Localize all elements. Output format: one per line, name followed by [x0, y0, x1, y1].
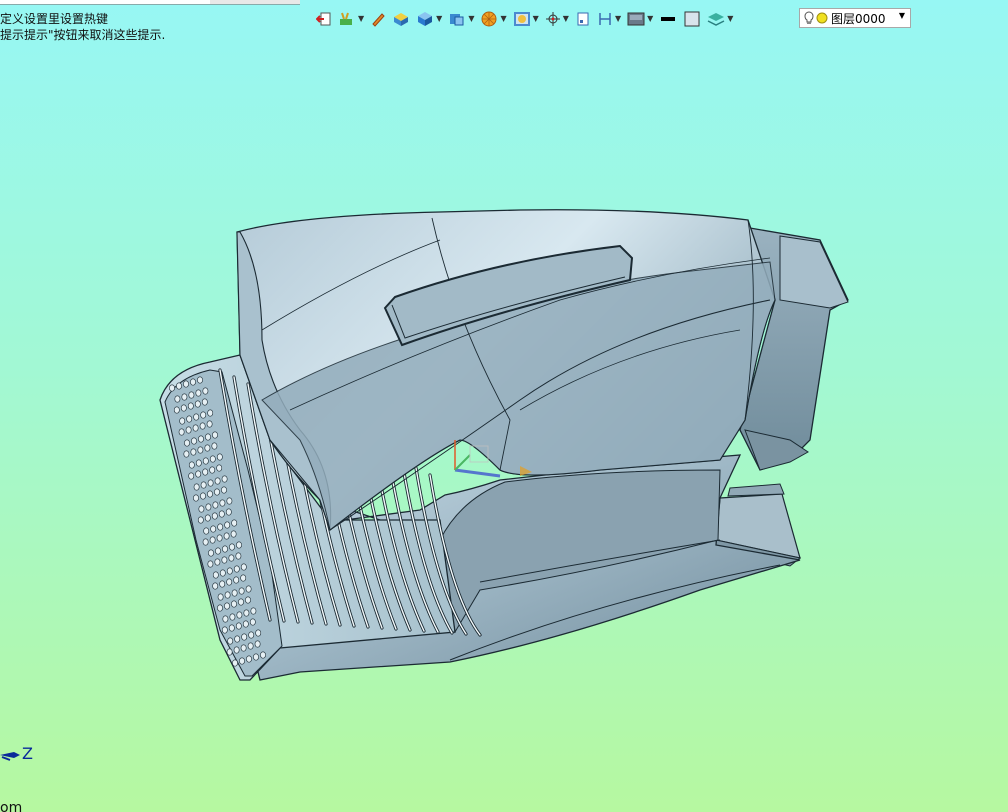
exit-sketch-icon: [316, 12, 331, 26]
layer-manager-button[interactable]: ▼: [707, 8, 733, 30]
3d-viewport[interactable]: 定义设置里设置热键 提示提示"按钮来取消这些提示. ▼ ▼ ▼ ▼ ▼ ▼ ▼ …: [0, 0, 1008, 812]
chevron-down-icon: ▼: [647, 14, 654, 23]
section-view-icon: [513, 12, 530, 26]
section-view-button[interactable]: ▼: [513, 8, 539, 30]
layer-visible-icon: [816, 12, 828, 24]
page-icon: [577, 12, 589, 26]
view-toolbar: ▼ ▼ ▼ ▼ ▼ ▼ ▼ ▼ ▼: [316, 8, 739, 30]
fill-color-button[interactable]: [683, 8, 701, 30]
dimension-icon: [599, 13, 611, 25]
crosshair-icon: [545, 12, 560, 26]
z-axis-arrow-icon: [0, 752, 20, 761]
layer-manager-icon: [707, 13, 725, 26]
chevron-down-icon: ▼: [500, 14, 507, 23]
chevron-down-icon: ▼: [532, 14, 539, 23]
chevron-down-icon: ▼: [436, 14, 443, 23]
chevron-down-icon: ▼: [614, 14, 622, 23]
display-mode-icon: [450, 14, 464, 26]
yellow-box-button[interactable]: [392, 8, 410, 30]
layer-select-value: 图层0000: [831, 11, 886, 26]
page-button[interactable]: [575, 8, 591, 30]
chevron-down-icon: ▼: [898, 11, 905, 20]
line-color-icon: [661, 17, 676, 21]
pencil-button[interactable]: [370, 8, 386, 30]
snap-button[interactable]: ▼: [545, 8, 569, 30]
z-axis-label: Z: [22, 744, 33, 763]
chevron-down-icon: ▼: [358, 14, 365, 23]
yellow-box-icon: [394, 13, 409, 26]
status-text: om: [0, 800, 23, 812]
3d-model[interactable]: [0, 0, 1008, 812]
line-color-button[interactable]: [659, 8, 677, 30]
display-mode-button[interactable]: ▼: [448, 8, 474, 30]
background-icon: [627, 12, 645, 26]
dimension-button[interactable]: ▼: [597, 8, 621, 30]
render-button[interactable]: ▼: [480, 8, 507, 30]
background-button[interactable]: ▼: [627, 8, 653, 30]
chevron-down-icon: ▼: [468, 14, 475, 23]
view-orient-button[interactable]: ▼: [338, 8, 364, 30]
chevron-down-icon: ▼: [562, 14, 569, 23]
pencil-icon: [372, 13, 385, 27]
layer-select[interactable]: 图层0000 ▼: [799, 8, 911, 28]
render-sphere-icon: [481, 11, 497, 27]
bulb-icon: [804, 11, 814, 24]
chevron-down-icon: ▼: [727, 14, 734, 23]
exit-sketch-button[interactable]: [316, 8, 332, 30]
blue-cube-icon: [418, 12, 433, 26]
fill-color-icon: [684, 11, 700, 27]
view-orient-icon: [340, 12, 352, 25]
cube-button[interactable]: ▼: [416, 8, 442, 30]
